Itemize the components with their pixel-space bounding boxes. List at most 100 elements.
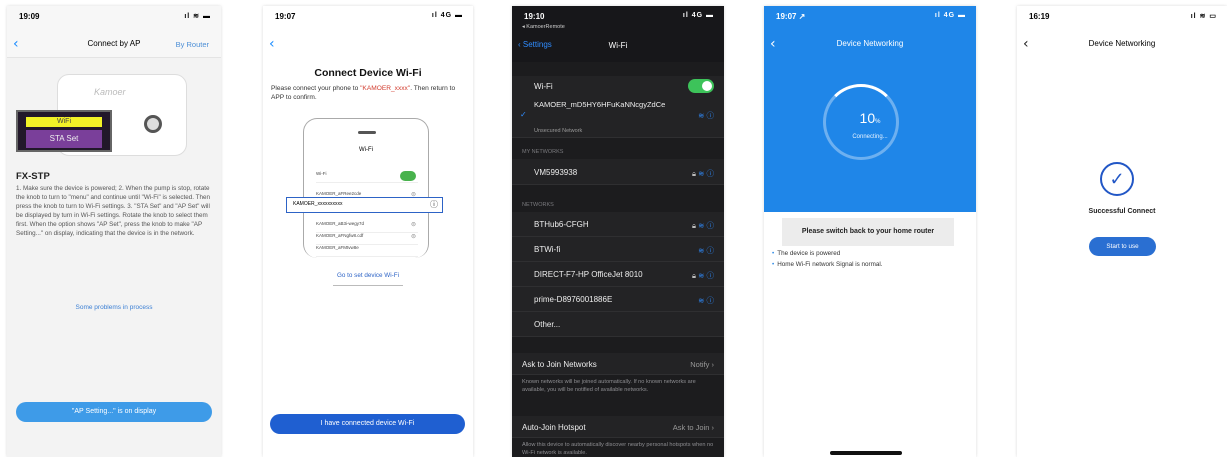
progress-percent: 10% bbox=[764, 110, 976, 126]
instructions-text: 1. Make sure the device is powered; 2. W… bbox=[16, 185, 210, 237]
problems-link[interactable]: Some problems in process bbox=[7, 304, 221, 311]
status-icons: ıl ≋ ▬ bbox=[184, 13, 211, 20]
status-time: 16:19 bbox=[1029, 12, 1050, 21]
wifi-label: Wi-Fi bbox=[534, 82, 553, 91]
connected-network-row[interactable]: ✓ KAMOER_mD5HY6HFuKaNNcgyZdCe Unsecured … bbox=[512, 96, 724, 138]
mockup-row-label: KAMOER_aFRee2cde bbox=[316, 191, 362, 196]
hotspot-label: Auto-Join Hotspot bbox=[522, 423, 586, 432]
status-time: 19:07 ↗ bbox=[776, 12, 806, 21]
wifi-toggle[interactable] bbox=[688, 79, 714, 93]
screen-connect-by-ap: 19:09 ıl ≋ ▬ ‹ Connect by AP By Router K… bbox=[7, 6, 221, 457]
status-bar: 19:07 ıl 4G ▬ bbox=[273, 12, 463, 24]
return-to-app-link[interactable]: ◂ KamoerRemote bbox=[522, 24, 565, 30]
screen-ios-wifi-settings: 19:10 ıl 4G ▬ ◂ KamoerRemote ‹ Settings … bbox=[512, 6, 724, 457]
network-row[interactable]: BTHub6-CFGH 🔒︎ ≋ ⓘ bbox=[512, 212, 724, 237]
bullet-icon: • bbox=[772, 250, 775, 257]
status-time: 19:10 bbox=[524, 12, 545, 21]
networks-header: NETWORKS bbox=[522, 202, 554, 208]
network-row[interactable]: prime-D8976001886E ≋ ⓘ bbox=[512, 287, 724, 312]
start-to-use-button[interactable]: Start to use bbox=[1089, 237, 1156, 256]
ask-join-label: Ask to Join Networks bbox=[522, 360, 597, 369]
status-time: 19:09 bbox=[19, 12, 40, 21]
checklist-item: • Home Wi-Fi network Signal is normal. bbox=[772, 259, 883, 270]
other-network-row[interactable]: Other... bbox=[512, 312, 724, 337]
mockup-row: KAMOER_aFMtvw8e bbox=[316, 245, 418, 257]
network-name: prime-D8976001886E bbox=[534, 295, 613, 304]
status-bar: 19:09 ıl ≋ ▬ bbox=[17, 12, 211, 24]
network-row[interactable]: VM5993938 🔒︎ ≋ ⓘ bbox=[512, 159, 724, 185]
status-bar: 19:10 ıl 4G ▬ bbox=[522, 12, 714, 24]
mockup-row: KAMOER_aB3i-wegy7d ⊜ bbox=[316, 221, 418, 233]
network-name: VM5993938 bbox=[534, 168, 578, 177]
device-wifi-name: "KAMOER_xxxx" bbox=[360, 85, 411, 92]
screen-connect-device-wifi: 19:07 ıl 4G ▬ ‹ Connect Device Wi-Fi Ple… bbox=[263, 6, 473, 457]
status-bar: 16:19 ıl ≋ ▭ bbox=[1027, 12, 1217, 24]
device-model: FX-STP bbox=[16, 171, 50, 182]
mockup-title: Wi-Fi bbox=[359, 147, 373, 153]
page-title: Device Networking bbox=[1088, 39, 1156, 48]
network-name: BTWi-fi bbox=[534, 245, 561, 254]
network-row[interactable]: DIRECT-F7-HP OfficeJet 8010 🔒︎ ≋ ⓘ bbox=[512, 262, 724, 287]
screen-device-networking-progress: 19:07 ↗ ıl 4G ▬ ‹ Device Networking 10% … bbox=[764, 6, 976, 457]
status-icons: ıl 4G ▬ bbox=[934, 12, 966, 19]
hotspot-note: Allow this device to automatically disco… bbox=[522, 442, 714, 456]
lcd-screen: WiFi STA Set bbox=[16, 110, 112, 152]
switch-router-toast: Please switch back to your home router bbox=[782, 218, 954, 246]
percent-unit: % bbox=[875, 119, 881, 125]
desc-before: Please connect your phone to bbox=[271, 85, 361, 92]
wifi-info-icon[interactable]: ≋ ⓘ bbox=[698, 110, 714, 121]
lock-wifi-info-icon[interactable]: 🔒︎ ≋ ⓘ bbox=[692, 220, 714, 231]
wifi-info-icon[interactable]: ≋ ⓘ bbox=[698, 245, 714, 256]
status-icons: ıl 4G ▬ bbox=[682, 12, 714, 19]
wifi-toggle-row: Wi-Fi bbox=[512, 76, 724, 96]
ask-join-row[interactable]: Ask to Join Networks Notify › bbox=[512, 353, 724, 375]
connected-network-sub: Unsecured Network bbox=[534, 128, 583, 134]
checklist-text: Home Wi-Fi network Signal is normal. bbox=[777, 261, 883, 268]
status-icons: ıl 4G ▬ bbox=[431, 12, 463, 19]
highlighted-network-label: KAMOER_xxxxxxxxxx bbox=[293, 201, 343, 207]
toggle-icon bbox=[400, 171, 416, 181]
hotspot-value: Ask to Join › bbox=[672, 423, 714, 432]
connected-network-name: KAMOER_mD5HY6HFuKaNNcgyZdCe bbox=[534, 100, 666, 109]
status-icons: ıl ≋ ▭ bbox=[1190, 13, 1217, 20]
info-icon: ⓘ bbox=[430, 200, 438, 209]
mockup-row: KAMOER_aFNgfw8.cdf ⊜ bbox=[316, 233, 418, 245]
lock-wifi-info-icon[interactable]: 🔒︎ ≋ ⓘ bbox=[692, 270, 714, 281]
network-row[interactable]: BTWi-fi ≋ ⓘ bbox=[512, 237, 724, 262]
success-message: Successful Connect bbox=[1088, 208, 1156, 215]
page-title: Wi-Fi bbox=[608, 41, 628, 50]
mockup-row-label: KAMOER_aFNgfw8.cdf bbox=[316, 233, 364, 238]
success-check-icon: ✓ bbox=[1100, 162, 1134, 196]
connecting-label: Connecting... bbox=[852, 134, 888, 140]
mockup-row-label: Wi-Fi bbox=[316, 171, 327, 176]
divider bbox=[333, 285, 403, 286]
mockup-row-label: KAMOER_aB3i-wegy7d bbox=[316, 221, 365, 226]
by-router-link[interactable]: By Router bbox=[176, 40, 209, 49]
page-title: Device Networking bbox=[836, 39, 904, 48]
connected-wifi-button[interactable]: I have connected device Wi-Fi bbox=[270, 414, 465, 434]
checkmark-icon: ✓ bbox=[520, 110, 527, 119]
auto-join-hotspot-row[interactable]: Auto-Join Hotspot Ask to Join › bbox=[512, 416, 724, 438]
network-name: DIRECT-F7-HP OfficeJet 8010 bbox=[534, 270, 643, 279]
my-networks-header: MY NETWORKS bbox=[522, 149, 564, 155]
instructions-text: Please connect your phone to "KAMOER_xxx… bbox=[271, 84, 465, 102]
ask-join-value: Notify › bbox=[690, 360, 714, 369]
wifi-info-icon[interactable]: ≋ ⓘ bbox=[698, 295, 714, 306]
checklist-text: The device is powered bbox=[777, 250, 841, 257]
ap-setting-button[interactable]: "AP Setting..." is on display bbox=[16, 402, 212, 422]
status-bar: 19:07 ↗ ıl 4G ▬ bbox=[774, 12, 966, 24]
wifi-info-icon: ⊜ bbox=[410, 222, 416, 228]
brand-logo: Kamoer bbox=[94, 87, 126, 97]
checklist-item: • The device is powered bbox=[772, 248, 883, 259]
status-time: 19:07 bbox=[275, 12, 296, 21]
network-name: BTHub6-CFGH bbox=[534, 220, 589, 229]
wifi-info-icon: ⊜ bbox=[410, 234, 416, 240]
back-icon[interactable]: ‹ bbox=[269, 36, 275, 52]
go-to-wifi-link[interactable]: Go to set device Wi-Fi bbox=[263, 272, 473, 279]
ask-join-note: Known networks will be joined automatica… bbox=[522, 379, 696, 393]
lcd-wifi-item: WiFi bbox=[26, 117, 102, 127]
lock-wifi-info-icon[interactable]: 🔒︎ ≋ ⓘ bbox=[692, 168, 714, 179]
phone-mockup: Wi-Fi Wi-Fi KAMOER_aFRee2cde ⊜ KAMOER_aB3… bbox=[303, 118, 429, 258]
knob-icon bbox=[144, 115, 162, 133]
bullet-icon: • bbox=[772, 261, 775, 268]
